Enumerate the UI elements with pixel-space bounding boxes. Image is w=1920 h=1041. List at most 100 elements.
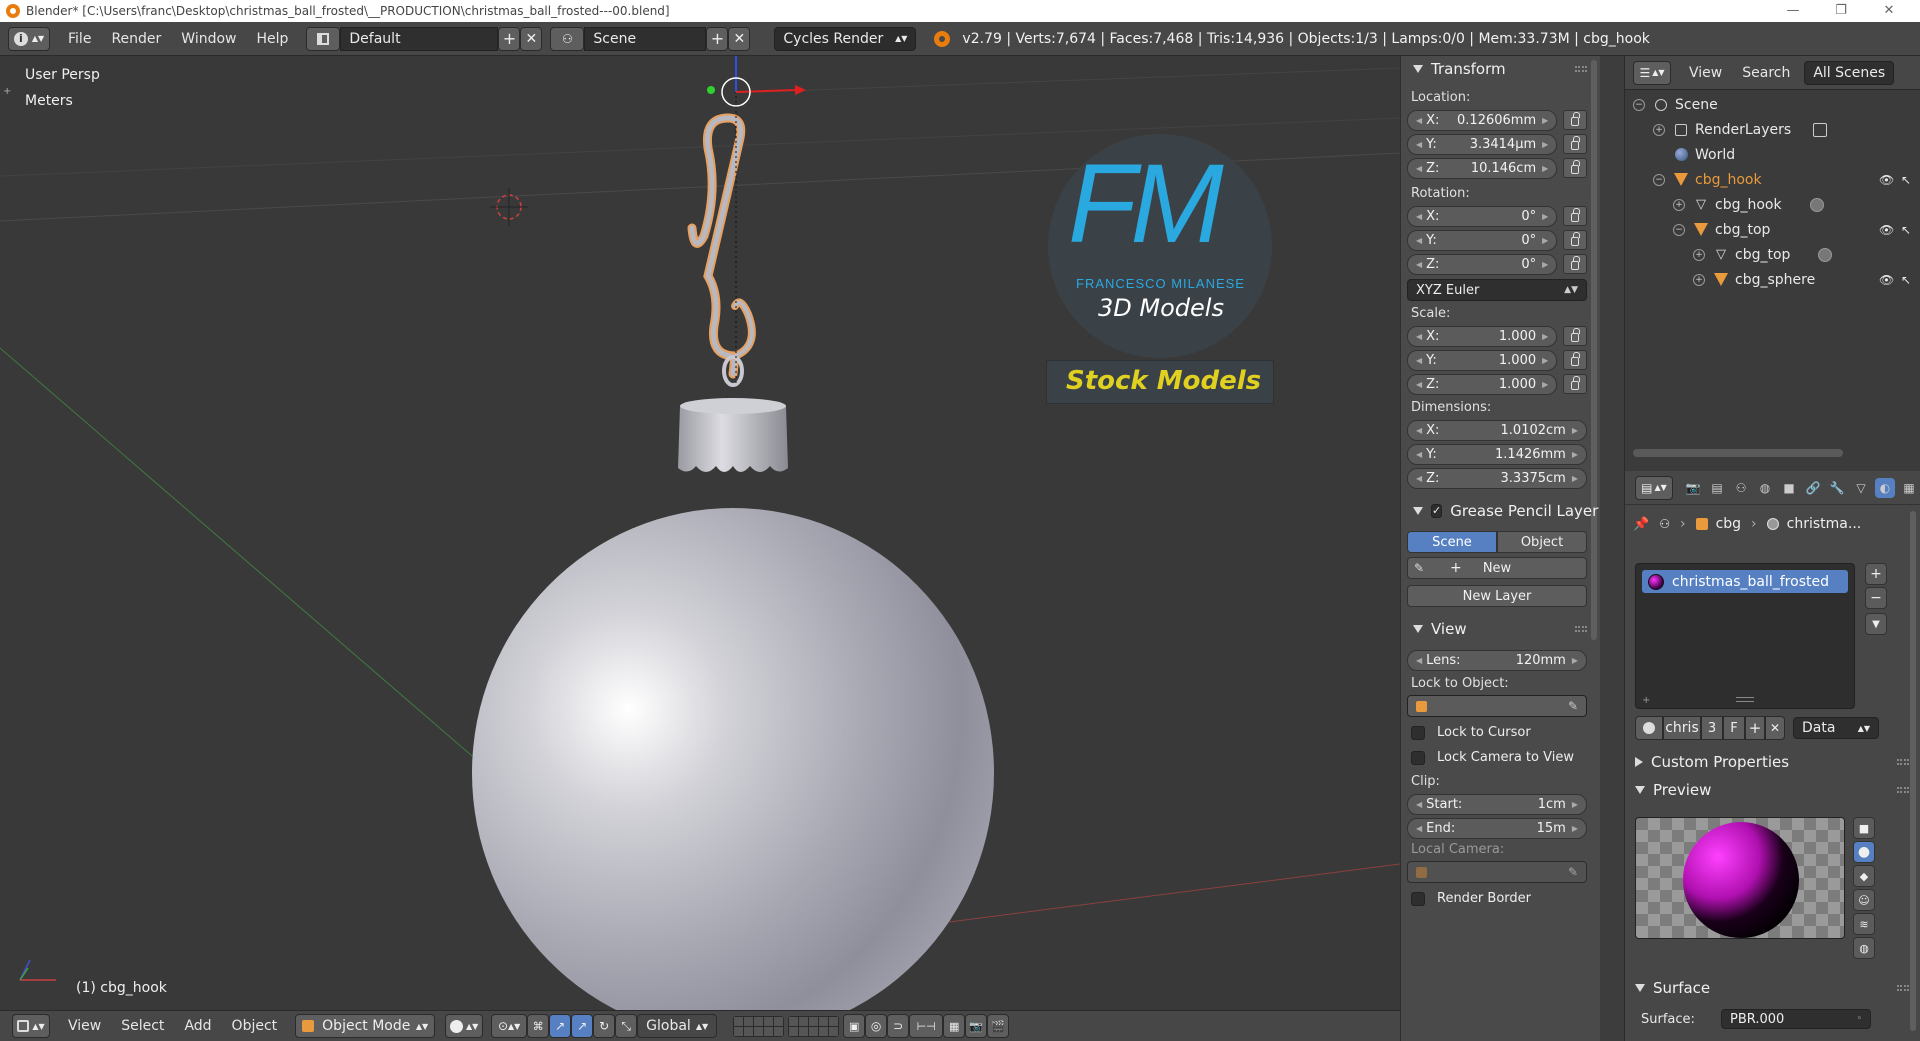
modifiers-tab-icon[interactable]: 🔧 bbox=[1827, 478, 1847, 498]
rotation-mode-dropdown[interactable]: XYZ Euler ▲▼ bbox=[1407, 279, 1587, 301]
selectable-cursor-icon[interactable]: ↖ bbox=[1901, 223, 1911, 237]
delete-scene-icon[interactable]: ✕ bbox=[728, 26, 751, 51]
expand-icon[interactable]: + bbox=[1673, 198, 1685, 211]
material-name-field[interactable]: chris bbox=[1663, 716, 1701, 740]
editor-type-3d-button[interactable]: ▲▼ bbox=[12, 1014, 50, 1038]
menu-help[interactable]: Help bbox=[246, 31, 298, 47]
rotation-x-field[interactable]: ◀ X: 0° ▶ bbox=[1407, 205, 1558, 227]
preview-panel-header[interactable]: Preview bbox=[1629, 777, 1909, 803]
layer-grid-2[interactable] bbox=[788, 1015, 840, 1037]
properties-scrollbar[interactable] bbox=[1910, 511, 1916, 1031]
render-engine-dropdown[interactable]: Cycles Render ▲▼ bbox=[774, 26, 917, 51]
layer-grid-1[interactable] bbox=[733, 1015, 785, 1037]
outliner-item-renderlayers[interactable]: + RenderLayers bbox=[1653, 117, 1828, 142]
material-slot-list[interactable]: christmas_ball_frosted + bbox=[1635, 563, 1855, 709]
screen-layout-field[interactable]: Default bbox=[340, 26, 499, 51]
texture-tab-icon[interactable]: ▦ bbox=[1899, 478, 1919, 498]
outliner-horizontal-scrollbar[interactable] bbox=[1633, 449, 1843, 457]
grease-pencil-object-button[interactable]: Object bbox=[1497, 531, 1587, 553]
visibility-eye-icon[interactable]: 👁 bbox=[1879, 273, 1894, 287]
selectable-cursor-icon[interactable]: ↖ bbox=[1901, 273, 1911, 287]
snap-element-icon[interactable]: ⊢⊣ bbox=[909, 1014, 944, 1038]
maximize-button[interactable]: ❐ bbox=[1818, 0, 1864, 22]
preview-sphere-icon[interactable]: ● bbox=[1853, 841, 1875, 863]
data-tab-icon[interactable]: ▽ bbox=[1851, 478, 1871, 498]
drag-grip-icon[interactable] bbox=[1897, 759, 1909, 765]
material-users-count[interactable]: 3 bbox=[1701, 716, 1723, 740]
lock-location-z-icon[interactable] bbox=[1563, 158, 1587, 178]
grease-pencil-scene-button[interactable]: Scene bbox=[1407, 531, 1497, 553]
eyedropper-icon[interactable]: ✎ bbox=[1568, 865, 1578, 879]
object-tab-icon[interactable]: ■ bbox=[1779, 478, 1799, 498]
preview-world-sphere-icon[interactable]: ◍ bbox=[1853, 937, 1875, 959]
expand-icon[interactable]: + bbox=[1653, 123, 1665, 136]
unlink-material-icon[interactable]: ✕ bbox=[1765, 716, 1785, 740]
outliner-item-cbg-top[interactable]: − cbg_top 👁 ↖ ▣ bbox=[1673, 217, 1920, 242]
outliner-item-cbg-hook[interactable]: − cbg_hook 👁 ↖ ▣ bbox=[1653, 167, 1920, 192]
editor-type-button[interactable]: i ▲▼ bbox=[8, 26, 50, 51]
scene-icon[interactable]: ⚇ bbox=[550, 26, 585, 51]
clip-start-field[interactable]: ◀ Start: 1cm ▶ bbox=[1407, 793, 1587, 815]
drag-grip-icon[interactable] bbox=[1897, 787, 1909, 793]
new-material-icon[interactable]: + bbox=[1745, 716, 1765, 740]
viewport-plus-icon[interactable]: + bbox=[3, 86, 11, 97]
delete-layout-icon[interactable]: ✕ bbox=[520, 26, 543, 51]
outliner-item-scene[interactable]: − Scene bbox=[1633, 92, 1718, 117]
material-link-dropdown[interactable]: Data ▲▼ bbox=[1793, 717, 1879, 739]
render-layers-tab-icon[interactable]: ▤ bbox=[1707, 478, 1727, 498]
orientation-dropdown[interactable]: Global ▲▼ bbox=[637, 1014, 718, 1038]
translate-manipulator-icon[interactable]: ↗ bbox=[549, 1014, 572, 1038]
lock-layers-icon[interactable]: ▣ bbox=[843, 1014, 866, 1038]
location-z-field[interactable]: ◀ Z: 10.146cm ▶ bbox=[1407, 157, 1558, 179]
view-panel-header[interactable]: View bbox=[1407, 616, 1587, 642]
menu-render[interactable]: Render bbox=[101, 31, 171, 47]
lock-rotation-y-icon[interactable] bbox=[1563, 230, 1587, 250]
scale-z-field[interactable]: ◀ Z: 1.000 ▶ bbox=[1407, 373, 1558, 395]
collapse-icon[interactable]: − bbox=[1653, 173, 1665, 186]
lock-location-x-icon[interactable] bbox=[1563, 110, 1587, 130]
outliner-menu-search[interactable]: Search bbox=[1732, 65, 1800, 81]
pivot-point-button[interactable]: ⊙ ▲▼ bbox=[491, 1014, 528, 1038]
menu-file[interactable]: File bbox=[58, 31, 101, 47]
dimension-y-field[interactable]: ◀ Y: 1.1426mm ▶ bbox=[1407, 443, 1587, 465]
drag-grip-icon[interactable] bbox=[1575, 626, 1587, 632]
outliner-item-cbg-sphere[interactable]: + cbg_sphere 👁 ↖ ▣ bbox=[1693, 267, 1920, 292]
location-y-field[interactable]: ◀ Y: 3.3414µm ▶ bbox=[1407, 133, 1558, 155]
eyedropper-icon[interactable]: ✎ bbox=[1568, 699, 1578, 713]
visibility-eye-icon[interactable]: 👁 bbox=[1879, 173, 1894, 187]
add-scene-icon[interactable]: + bbox=[706, 26, 729, 51]
move-manipulator-icon[interactable]: ↗ bbox=[571, 1014, 594, 1038]
viewport-shading-button[interactable]: ▲▼ bbox=[445, 1014, 484, 1038]
grease-pencil-new-button[interactable]: ✎ + New bbox=[1407, 557, 1587, 579]
lock-rotation-z-icon[interactable] bbox=[1563, 254, 1587, 274]
screen-layout-icon[interactable] bbox=[306, 26, 341, 51]
menu-view[interactable]: View bbox=[58, 1018, 111, 1034]
mode-dropdown[interactable]: Object Mode ▲▼ bbox=[295, 1014, 436, 1038]
transform-panel-header[interactable]: Transform bbox=[1407, 56, 1587, 82]
selectable-cursor-icon[interactable]: ↖ bbox=[1901, 173, 1911, 187]
menu-select[interactable]: Select bbox=[111, 1018, 174, 1034]
expand-icon[interactable]: + bbox=[1693, 248, 1705, 261]
render-preview-icon[interactable]: ▦ bbox=[943, 1014, 966, 1038]
rotate-manipulator-icon[interactable]: ↻ bbox=[593, 1014, 616, 1038]
visibility-eye-icon[interactable]: 👁 bbox=[1879, 223, 1894, 237]
scene-field[interactable]: Scene bbox=[584, 26, 707, 51]
render-animation-icon[interactable]: 🎬 bbox=[987, 1014, 1010, 1038]
outliner-item-world[interactable]: World bbox=[1673, 142, 1735, 167]
material-slot-item[interactable]: christmas_ball_frosted bbox=[1642, 570, 1848, 593]
remove-material-slot-icon[interactable]: − bbox=[1865, 587, 1887, 609]
preview-monkey-icon[interactable]: ☺ bbox=[1853, 889, 1875, 911]
dimension-x-field[interactable]: ◀ X: 1.0102cm ▶ bbox=[1407, 419, 1587, 441]
collapse-icon[interactable]: − bbox=[1633, 98, 1645, 111]
menu-window[interactable]: Window bbox=[171, 31, 246, 47]
drag-grip-icon[interactable] bbox=[1575, 66, 1587, 72]
preview-cube-icon[interactable]: ◆ bbox=[1853, 865, 1875, 887]
menu-object[interactable]: Object bbox=[222, 1018, 288, 1034]
browse-material-icon[interactable] bbox=[1635, 716, 1663, 740]
menu-add[interactable]: Add bbox=[174, 1018, 221, 1034]
snap-icon[interactable]: ⊃ bbox=[887, 1014, 910, 1038]
constraints-tab-icon[interactable]: 🔗 bbox=[1803, 478, 1823, 498]
dimension-z-field[interactable]: ◀ Z: 3.3375cm ▶ bbox=[1407, 467, 1587, 489]
new-layer-button[interactable]: New Layer bbox=[1407, 585, 1587, 607]
manipulator-toggle-icon[interactable]: ⌘ bbox=[527, 1014, 550, 1038]
